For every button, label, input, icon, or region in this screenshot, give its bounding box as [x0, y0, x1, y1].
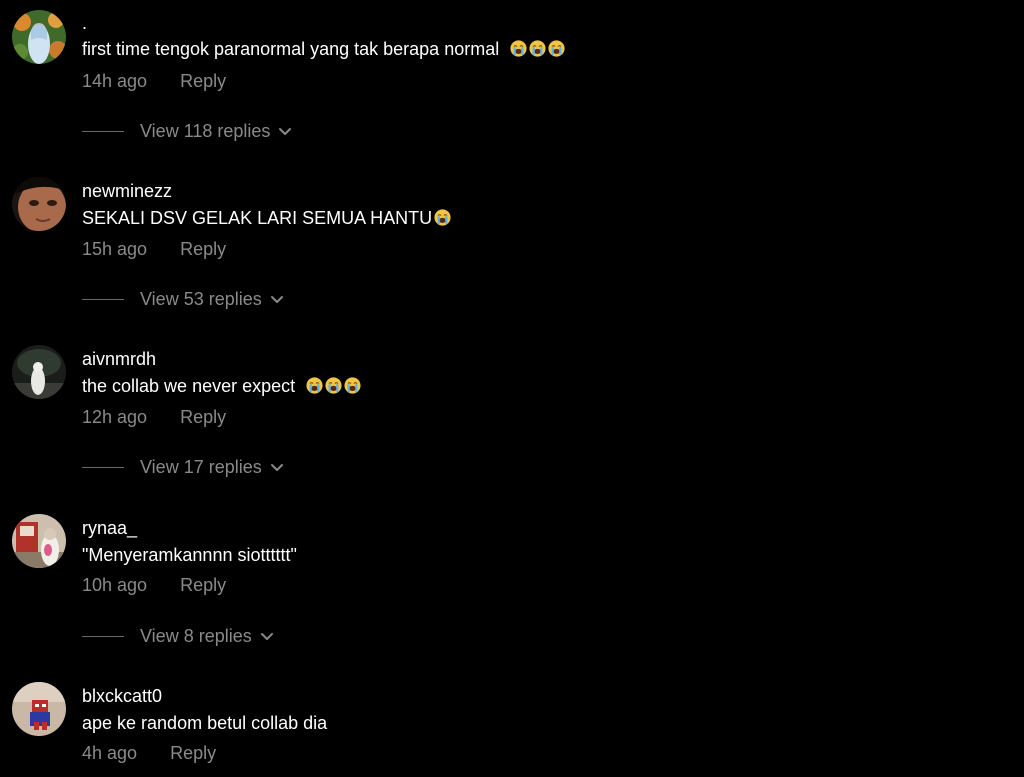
avatar[interactable]	[12, 177, 66, 231]
comment-text: SEKALI DSV GELAK LARI SEMUA HANTU	[82, 207, 451, 229]
reply-button[interactable]: Reply	[180, 71, 226, 91]
comment-meta: 4h ago Reply	[82, 742, 216, 764]
view-replies-button[interactable]: View 17 replies	[82, 456, 284, 478]
divider-line	[82, 298, 124, 300]
emoji-group	[508, 39, 565, 59]
loudly-crying-face-icon	[434, 209, 451, 226]
reply-button[interactable]: Reply	[170, 743, 216, 763]
username[interactable]: blxckcatt0	[82, 685, 162, 707]
loudly-crying-face-icon	[548, 40, 565, 57]
comment-text-content: "Menyeramkannnn siotttttt"	[82, 545, 297, 565]
username[interactable]: rynaa_	[82, 517, 137, 539]
comment-text-content: ape ke random betul collab dia	[82, 713, 328, 733]
emoji-group	[304, 376, 361, 396]
username[interactable]: newminezz	[82, 180, 172, 202]
view-replies-label: View 118 replies	[140, 120, 271, 141]
divider-line	[82, 466, 124, 468]
view-replies-button[interactable]: View 118 replies	[82, 120, 292, 142]
timestamp: 12h ago	[82, 407, 148, 427]
divider-line	[82, 635, 124, 637]
comment-text: ape ke random betul collab dia	[82, 712, 327, 734]
comment-text-content: first time tengok paranormal yang tak be…	[82, 39, 500, 59]
comment-meta: 10h ago Reply	[82, 574, 226, 596]
chevron-down-icon	[260, 633, 273, 640]
loudly-crying-face-icon	[325, 377, 342, 394]
comment-text: the collab we never expect	[82, 375, 361, 397]
view-replies-label: View 53 replies	[140, 288, 262, 309]
reply-button[interactable]: Reply	[180, 239, 226, 259]
loudly-crying-face-icon	[529, 40, 546, 57]
loudly-crying-face-icon	[510, 40, 527, 57]
timestamp: 15h ago	[82, 239, 148, 259]
comment-text-content: SEKALI DSV GELAK LARI SEMUA HANTU	[82, 208, 433, 228]
comment-text: "Menyeramkannnn siotttttt"	[82, 544, 297, 566]
view-replies-label: View 17 replies	[140, 456, 262, 477]
comment-text-content: the collab we never expect	[82, 376, 296, 396]
emoji-group	[432, 208, 451, 228]
loudly-crying-face-icon	[306, 377, 323, 394]
divider-line	[82, 130, 124, 132]
timestamp: 4h ago	[82, 743, 138, 763]
comment-meta: 15h ago Reply	[82, 238, 226, 260]
view-replies-label: View 8 replies	[140, 625, 252, 646]
avatar[interactable]	[12, 10, 66, 64]
timestamp: 10h ago	[82, 575, 148, 595]
chevron-down-icon	[270, 296, 283, 303]
view-replies-button[interactable]: View 53 replies	[82, 288, 284, 310]
comment-text: first time tengok paranormal yang tak be…	[82, 38, 565, 60]
timestamp: 14h ago	[82, 71, 148, 91]
view-replies-button[interactable]: View 8 replies	[82, 625, 274, 647]
username[interactable]: .	[82, 12, 87, 34]
reply-button[interactable]: Reply	[180, 575, 226, 595]
reply-button[interactable]: Reply	[180, 407, 226, 427]
chevron-down-icon	[270, 464, 283, 471]
comment-meta: 14h ago Reply	[82, 70, 226, 92]
avatar[interactable]	[12, 682, 66, 736]
chevron-down-icon	[279, 128, 292, 135]
avatar[interactable]	[12, 345, 66, 399]
comment-meta: 12h ago Reply	[82, 406, 226, 428]
avatar[interactable]	[12, 514, 66, 568]
username[interactable]: aivnmrdh	[82, 348, 156, 370]
loudly-crying-face-icon	[344, 377, 361, 394]
